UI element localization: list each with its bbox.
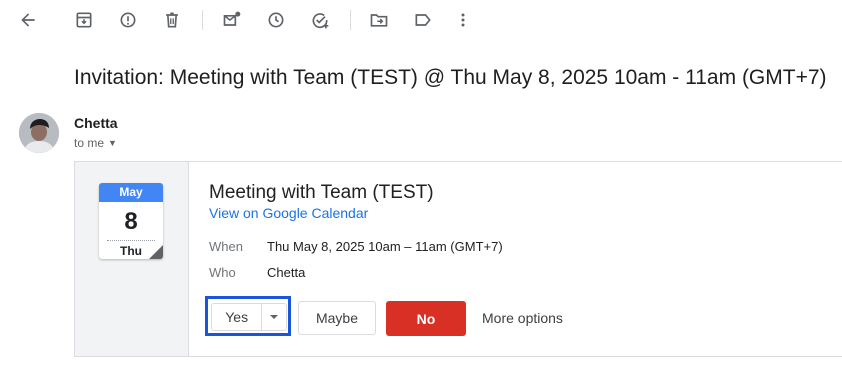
invite-card-sidebar: May 8 Thu — [75, 162, 189, 356]
labels-button[interactable] — [411, 8, 435, 32]
caret-down-icon: ▼ — [108, 138, 117, 148]
rsvp-more-options-button[interactable]: More options — [482, 310, 563, 326]
sender-avatar[interactable] — [19, 113, 59, 153]
rsvp-no-button[interactable]: No — [386, 301, 466, 336]
add-task-button[interactable] — [308, 8, 332, 32]
page-fold-icon — [149, 245, 163, 259]
event-title: Meeting with Team (TEST) — [209, 182, 434, 203]
rsvp-yes-split-button: Yes — [211, 303, 287, 331]
calendar-date-icon: May 8 Thu — [99, 183, 163, 259]
view-on-google-calendar-link[interactable]: View on Google Calendar — [209, 205, 368, 221]
rsvp-yes-dropdown-button[interactable] — [261, 304, 286, 330]
snooze-button[interactable] — [264, 8, 288, 32]
add-task-icon — [312, 13, 329, 29]
mark-unread-button[interactable] — [220, 8, 244, 32]
delete-button[interactable] — [160, 8, 184, 32]
mark-unread-icon — [223, 11, 241, 26]
clock-icon — [268, 12, 284, 28]
chevron-down-icon — [270, 315, 279, 319]
recipient-label: to me — [74, 136, 105, 150]
sender-name: Chetta — [74, 115, 118, 131]
label-icon — [415, 14, 431, 26]
who-value: Chetta — [267, 265, 306, 280]
trash-icon — [166, 12, 178, 28]
archive-button[interactable] — [72, 8, 96, 32]
calendar-day: 8 — [124, 208, 138, 235]
toolbar-divider — [350, 10, 351, 30]
email-subject: Invitation: Meeting with Team (TEST) @ T… — [74, 66, 827, 89]
toolbar — [0, 0, 842, 42]
more-button[interactable] — [451, 8, 475, 32]
calendar-month: May — [99, 183, 163, 202]
back-button[interactable] — [16, 8, 40, 32]
calendar-invite-card: May 8 Thu Meeting with Team (TEST) View … — [74, 161, 842, 357]
when-value: Thu May 8, 2025 10am – 11am (GMT+7) — [267, 239, 503, 254]
more-vert-icon — [461, 13, 465, 27]
toolbar-divider — [202, 10, 203, 30]
rsvp-yes-focus-outline: Yes — [205, 296, 291, 336]
recipient-toggle[interactable]: to me ▼ — [74, 136, 117, 150]
report-spam-button[interactable] — [116, 8, 140, 32]
calendar-dotted-divider — [107, 240, 155, 241]
who-label: Who — [209, 265, 236, 280]
rsvp-yes-button[interactable]: Yes — [212, 304, 261, 330]
archive-icon — [76, 12, 92, 28]
report-spam-icon — [120, 12, 136, 28]
rsvp-maybe-button[interactable]: Maybe — [298, 301, 376, 335]
arrow-left-icon — [21, 13, 35, 27]
move-to-button[interactable] — [367, 8, 391, 32]
when-label: When — [209, 239, 243, 254]
person-avatar-icon — [19, 113, 59, 153]
move-to-icon — [370, 14, 388, 27]
